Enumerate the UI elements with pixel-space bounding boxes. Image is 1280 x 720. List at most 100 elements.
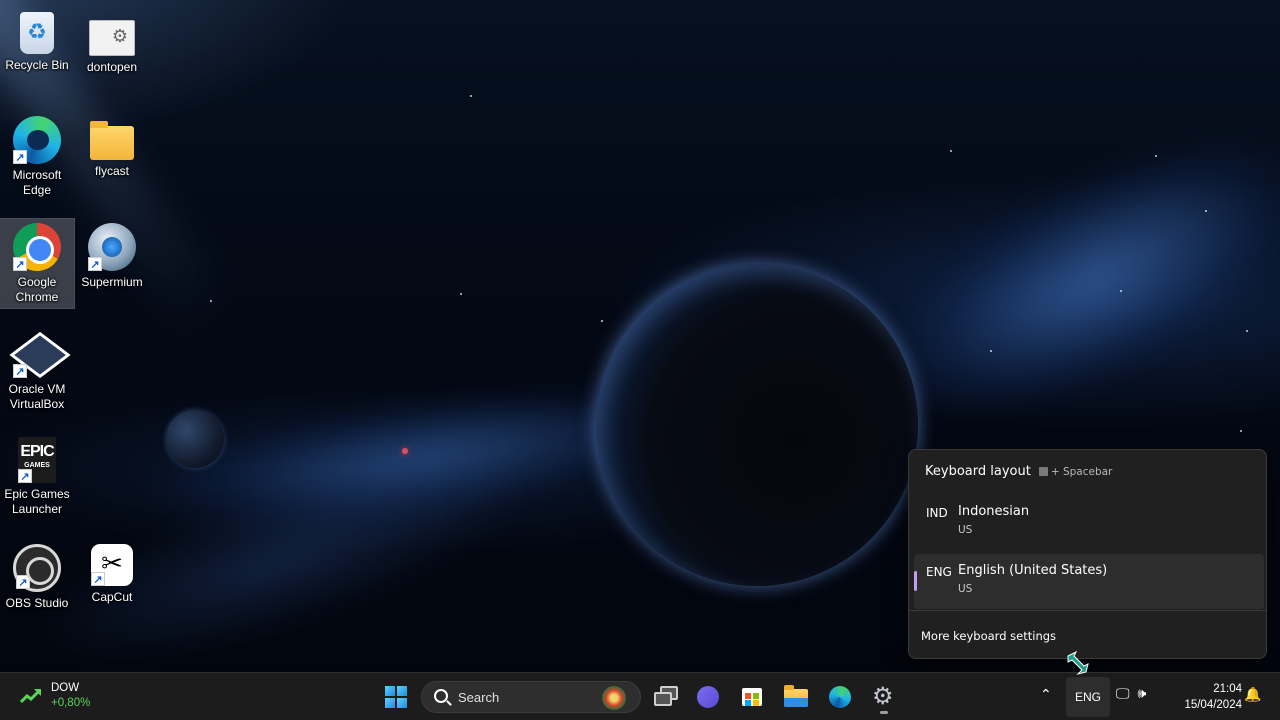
- epic-logo-subtext: GAMES: [24, 462, 50, 469]
- input-language-label: ENG: [1074, 690, 1101, 704]
- shortcut-arrow-icon: ↗: [88, 257, 102, 271]
- desktop-icon-supermium[interactable]: ↗ Supermium: [75, 219, 149, 293]
- system-tray[interactable]: 🖵 🕪: [1116, 686, 1146, 702]
- star: [950, 150, 952, 152]
- desktop-icon-label: flycast: [94, 164, 129, 178]
- star: [1155, 155, 1157, 157]
- notification-bell-icon[interactable]: 🔔: [1244, 687, 1261, 703]
- obs-icon: ↗: [13, 544, 61, 592]
- meet-app-button[interactable]: [690, 680, 726, 714]
- language-name: Indonesian: [958, 504, 1030, 519]
- desktop-icon-google-chrome[interactable]: ↗ Google Chrome: [0, 218, 75, 309]
- chrome-icon: ↗: [13, 223, 61, 271]
- folder-icon: [784, 685, 808, 707]
- moon: [166, 410, 224, 468]
- selected-indicator: [914, 571, 917, 591]
- task-view-button[interactable]: [648, 680, 684, 714]
- desktop-icon-label: Microsoft Edge: [12, 168, 62, 197]
- language-option-english[interactable]: ENG English (United States) US: [914, 554, 1264, 609]
- search-highlight-icon: [602, 686, 626, 710]
- desktop-icon-capcut[interactable]: ↗ CapCut: [75, 540, 149, 608]
- input-language-button[interactable]: ENG: [1066, 677, 1110, 717]
- supermium-icon: ↗: [88, 223, 136, 271]
- edge-taskbar-button[interactable]: [822, 680, 858, 714]
- clock[interactable]: 21:04 15/04/2024: [1170, 681, 1242, 713]
- star: [470, 95, 472, 97]
- more-keyboard-settings-link[interactable]: More keyboard settings: [921, 629, 1056, 643]
- desktop-icon-label: Recycle Bin: [5, 58, 69, 72]
- video-camera-icon: [697, 686, 719, 708]
- epic-games-icon: EPIC GAMES ↗: [18, 437, 56, 483]
- red-star: [402, 448, 408, 454]
- epic-logo-text: EPIC: [20, 443, 54, 460]
- search-icon: [434, 689, 448, 703]
- star: [210, 300, 212, 302]
- taskbar: DOW +0,80% Search ⚙ ⌃ ENG 🖵 🕪 21:04 15/0…: [0, 672, 1280, 720]
- desktop-icon-label: Supermium: [81, 275, 143, 289]
- microsoft-store-button[interactable]: [734, 680, 770, 714]
- shortcut-hint: + Spacebar: [1038, 465, 1113, 478]
- desktop-icon-dontopen[interactable]: dontopen: [75, 8, 149, 78]
- shortcut-arrow-icon: ↗: [13, 150, 27, 164]
- language-code: ENG: [926, 565, 952, 579]
- virtualbox-icon: ↗: [13, 330, 61, 378]
- file-explorer-button[interactable]: [778, 680, 814, 714]
- desktop-icon-label: OBS Studio: [5, 596, 69, 610]
- mouse-cursor-icon: [1067, 650, 1089, 675]
- edge-icon: ↗: [13, 116, 61, 164]
- shortcut-arrow-icon: ↗: [13, 364, 27, 378]
- language-name: English (United States): [958, 563, 1108, 578]
- keyboard-layout-flyout: Keyboard layout + Spacebar IND Indonesia…: [908, 449, 1267, 659]
- widget-title: DOW: [51, 682, 80, 694]
- trend-up-icon: [20, 687, 42, 705]
- start-button[interactable]: [378, 680, 414, 714]
- desktop-icon-flycast[interactable]: flycast: [75, 112, 149, 182]
- desktop-icon-label: Epic Games Launcher: [4, 487, 70, 516]
- desktop-icon-label: Oracle VM VirtualBox: [8, 382, 66, 411]
- desktop-icon-label: dontopen: [86, 60, 138, 74]
- stock-widget[interactable]: DOW +0,80%: [20, 681, 90, 711]
- shortcut-arrow-icon: ↗: [13, 257, 27, 271]
- shortcut-arrow-icon: ↗: [16, 575, 30, 589]
- volume-icon[interactable]: 🕪: [1138, 686, 1147, 702]
- flyout-header: Keyboard layout + Spacebar: [925, 464, 1112, 479]
- shortcut-hint-text: + Spacebar: [1050, 465, 1113, 478]
- language-layout: US: [958, 524, 973, 536]
- show-hidden-icons-chevron-icon[interactable]: ⌃: [1040, 687, 1052, 703]
- shortcut-arrow-icon: ↗: [18, 469, 32, 483]
- capcut-icon: ↗: [91, 544, 133, 586]
- desktop-icon-label: CapCut: [91, 590, 133, 604]
- settings-taskbar-button[interactable]: ⚙: [866, 680, 902, 714]
- search-placeholder: Search: [458, 690, 500, 705]
- desktop-icon-microsoft-edge[interactable]: ↗ Microsoft Edge: [0, 112, 74, 201]
- desktop-icon-recycle-bin[interactable]: Recycle Bin: [0, 8, 74, 76]
- flyout-title: Keyboard layout: [925, 464, 1031, 479]
- star: [1240, 430, 1242, 432]
- language-option-indonesian[interactable]: IND Indonesian US: [914, 495, 1264, 550]
- planet: [596, 264, 918, 586]
- star: [460, 293, 462, 295]
- config-file-icon: [89, 20, 135, 56]
- star: [1246, 330, 1248, 332]
- desktop-icon-virtualbox[interactable]: ↗ Oracle VM VirtualBox: [0, 326, 74, 415]
- shortcut-arrow-icon: ↗: [91, 572, 105, 586]
- taskbar-search[interactable]: Search: [421, 681, 641, 713]
- edge-icon: [829, 686, 851, 708]
- desktop-icon-label: Google Chrome: [15, 275, 59, 304]
- desktop-icon-epic-games[interactable]: EPIC GAMES ↗ Epic Games Launcher: [0, 433, 74, 520]
- language-layout: US: [958, 583, 973, 595]
- folder-icon: [90, 121, 134, 160]
- star: [1120, 290, 1122, 292]
- network-icon[interactable]: 🖵: [1116, 686, 1130, 702]
- recycle-bin-icon: [20, 12, 54, 54]
- divider: [909, 610, 1266, 611]
- clock-date: 15/04/2024: [1184, 699, 1242, 711]
- gear-icon: ⚙: [872, 682, 894, 710]
- running-indicator: [880, 711, 888, 714]
- desktop-icon-obs-studio[interactable]: ↗ OBS Studio: [0, 540, 74, 614]
- star: [601, 320, 603, 322]
- star: [990, 350, 992, 352]
- language-code: IND: [926, 506, 948, 520]
- widget-value: +0,80%: [51, 697, 91, 709]
- clock-time: 21:04: [1213, 683, 1242, 695]
